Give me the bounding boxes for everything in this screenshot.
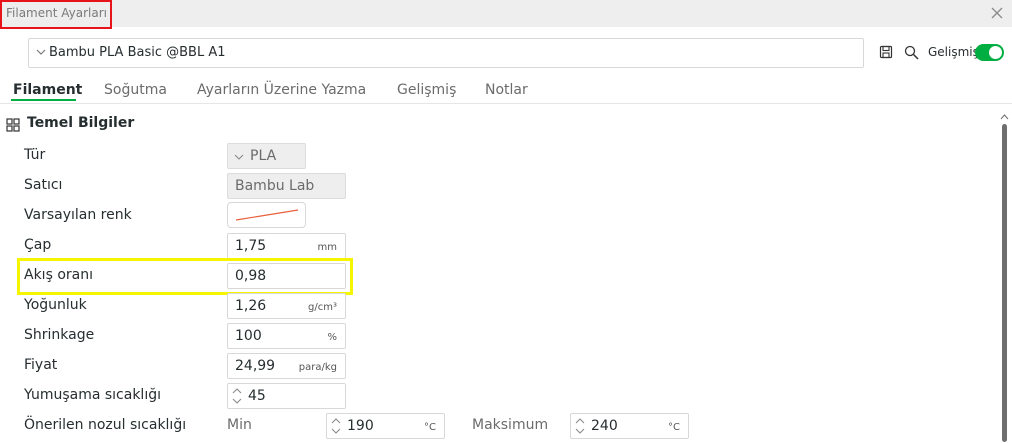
density-input[interactable]: 1,26 g/cm³ — [227, 293, 346, 319]
price-unit: para/kg — [298, 362, 337, 373]
flow-ratio-input[interactable]: 0,98 — [227, 263, 346, 289]
nozzle-temp-max-stepper[interactable]: 240 °C — [570, 413, 689, 439]
softening-temp-stepper[interactable]: 45 — [227, 383, 346, 409]
nozzle-temp-max-value: 240 — [591, 418, 618, 434]
vendor-field: Bambu Lab — [227, 173, 346, 199]
softening-temp-value: 45 — [248, 388, 266, 404]
grid-icon — [6, 118, 20, 132]
spin-arrows-icon[interactable] — [330, 416, 342, 436]
advanced-toggle-label: Gelişmiş — [928, 45, 979, 59]
nozzle-temp-max-unit: °C — [668, 422, 680, 433]
shrinkage-input[interactable]: 100 % — [227, 323, 346, 349]
chevron-down-icon — [36, 49, 46, 55]
default-color-label: Varsayılan renk — [24, 207, 132, 223]
density-label: Yoğunluk — [24, 297, 87, 313]
spin-arrows-icon[interactable] — [574, 416, 586, 436]
title-bar: Filament Ayarları — [0, 0, 1012, 29]
save-icon[interactable] — [879, 45, 893, 59]
advanced-toggle[interactable] — [975, 44, 1004, 61]
tab-setting-overrides[interactable]: Ayarların Üzerine Yazma — [197, 82, 366, 98]
tab-notes[interactable]: Notlar — [485, 82, 528, 98]
price-value: 24,99 — [235, 358, 276, 374]
price-input[interactable]: 24,99 para/kg — [227, 353, 346, 379]
flow-ratio-label: Akış oranı — [24, 267, 93, 283]
toggle-knob — [989, 46, 1002, 59]
active-tab-indicator — [11, 99, 76, 101]
chevron-down-icon — [234, 154, 244, 160]
title-highlight-box — [0, 0, 112, 29]
shrinkage-label: Shrinkage — [24, 327, 95, 343]
nozzle-temp-min-unit: °C — [424, 422, 436, 433]
close-button[interactable] — [984, 2, 1010, 24]
search-icon[interactable] — [904, 45, 919, 60]
nozzle-temp-max-label: Maksimum — [472, 417, 549, 433]
diameter-input[interactable]: 1,75 mm — [227, 233, 346, 259]
shrinkage-value: 100 — [235, 328, 262, 344]
vendor-label: Satıcı — [24, 177, 63, 193]
tab-bar: Filament Soğutma Ayarların Üzerine Yazma… — [0, 78, 1012, 104]
vendor-value: Bambu Lab — [235, 178, 315, 194]
flow-ratio-value: 0,98 — [235, 268, 267, 284]
preset-dropdown[interactable]: Bambu PLA Basic @BBL A1 — [28, 38, 864, 68]
tab-advanced[interactable]: Gelişmiş — [397, 82, 456, 98]
scrollbar-thumb[interactable] — [1002, 124, 1007, 442]
density-unit: g/cm³ — [308, 302, 337, 313]
density-value: 1,26 — [235, 298, 267, 314]
diameter-label: Çap — [24, 237, 52, 253]
default-color-swatch[interactable] — [227, 202, 306, 228]
price-label: Fiyat — [24, 357, 58, 373]
tab-cooling[interactable]: Soğutma — [104, 82, 167, 98]
spin-arrows-icon[interactable] — [231, 386, 243, 406]
shrinkage-unit: % — [327, 332, 337, 343]
scroll-up-arrow-icon[interactable] — [1000, 113, 1009, 120]
type-dropdown[interactable]: PLA — [227, 143, 306, 169]
type-value: PLA — [250, 148, 277, 164]
diameter-unit: mm — [317, 242, 337, 253]
tab-filament[interactable]: Filament — [13, 82, 82, 98]
type-label: Tür — [24, 147, 46, 163]
close-icon — [991, 7, 1003, 19]
preset-name: Bambu PLA Basic @BBL A1 — [49, 45, 226, 60]
nozzle-temp-label: Önerilen nozul sıcaklığı — [24, 417, 187, 433]
nozzle-temp-min-stepper[interactable]: 190 °C — [326, 413, 445, 439]
nozzle-temp-min-label: Min — [227, 417, 252, 433]
diameter-value: 1,75 — [235, 238, 267, 254]
section-title: Temel Bilgiler — [27, 115, 135, 131]
nozzle-temp-min-value: 190 — [347, 418, 374, 434]
softening-temp-label: Yumuşama sıcaklığı — [24, 387, 161, 403]
color-swatch-line — [235, 209, 299, 221]
